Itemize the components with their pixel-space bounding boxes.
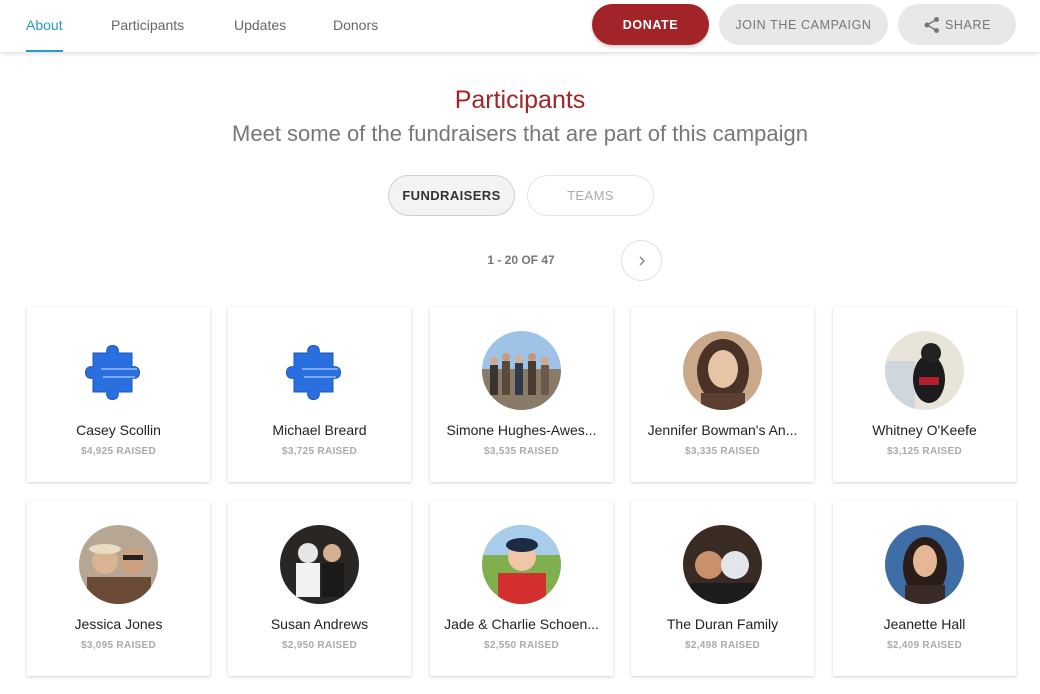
section-title: Participants (454, 86, 586, 114)
join-campaign-button-label: JOIN THE CAMPAIGN (735, 17, 872, 32)
tab-updates[interactable]: Updates (234, 17, 286, 52)
participant-name: Casey Scollin (76, 422, 161, 438)
participant-name: The Duran Family (666, 616, 779, 632)
tab-donors[interactable]: Donors (333, 17, 378, 52)
participant-card[interactable]: The Duran Family $2,498 RAISED (631, 501, 814, 676)
participant-card[interactable]: Jennifer Bowman's An... $3,335 RAISED (631, 307, 814, 482)
participant-name: Jessica Jones (74, 616, 163, 632)
participant-name: Whitney O'Keefe (872, 422, 977, 438)
tab-about[interactable]: About (26, 17, 63, 52)
amount-raised: $3,125 RAISED (886, 446, 963, 457)
family-photo-avatar (683, 525, 762, 604)
donate-button[interactable]: DONATE (592, 4, 709, 45)
participant-name: Jade & Charlie Schoen... (444, 616, 599, 632)
portrait-photo-avatar (683, 331, 762, 410)
participant-card[interactable]: Casey Scollin $4,925 RAISED (27, 307, 210, 482)
amount-raised: $3,095 RAISED (80, 640, 157, 651)
amount-raised: $4,925 RAISED (80, 446, 157, 457)
participant-card[interactable]: Jade & Charlie Schoen... $2,550 RAISED (430, 501, 613, 676)
participant-card[interactable]: Michael Breard $3,725 RAISED (228, 307, 411, 482)
share-icon (924, 16, 939, 33)
section-subtitle: Meet some of the fundraisers that are pa… (232, 121, 808, 146)
teams-toggle[interactable]: TEAMS (527, 175, 654, 216)
selfie-photo-avatar (79, 525, 158, 604)
participant-name: Jennifer Bowman's An... (647, 422, 798, 438)
amount-raised: $2,550 RAISED (483, 640, 560, 651)
tab-participants[interactable]: Participants (111, 17, 184, 52)
amount-raised: $3,725 RAISED (281, 446, 358, 457)
pagination-range: 1 - 20 OF 47 (487, 253, 555, 267)
group-photo-avatar (482, 331, 561, 410)
amount-raised: $2,409 RAISED (886, 640, 963, 651)
participant-name: Susan Andrews (270, 616, 369, 632)
participant-name: Simone Hughes-Awes... (446, 422, 597, 438)
participant-card[interactable]: Jeanette Hall $2,409 RAISED (833, 501, 1016, 676)
share-button[interactable]: SHARE (898, 4, 1016, 45)
participant-name: Jeanette Hall (883, 616, 966, 632)
donate-button-label: DONATE (622, 17, 679, 32)
participant-card[interactable]: Whitney O'Keefe $3,125 RAISED (833, 307, 1016, 482)
amount-raised: $2,950 RAISED (281, 640, 358, 651)
amount-raised: $2,498 RAISED (684, 640, 761, 651)
woman-photo-avatar (885, 525, 964, 604)
next-page-button[interactable] (621, 240, 662, 281)
participant-card[interactable]: Susan Andrews $2,950 RAISED (228, 501, 411, 676)
participant-card[interactable]: Simone Hughes-Awes... $3,535 RAISED (430, 307, 613, 482)
participant-name: Michael Breard (272, 422, 367, 438)
join-campaign-button[interactable]: JOIN THE CAMPAIGN (719, 4, 888, 45)
dog-photo-avatar (885, 331, 964, 410)
puzzle-logo-avatar (280, 331, 359, 410)
boy-photo-avatar (482, 525, 561, 604)
participant-card[interactable]: Jessica Jones $3,095 RAISED (27, 501, 210, 676)
costume-photo-avatar (280, 525, 359, 604)
share-button-label: SHARE (944, 17, 992, 32)
fundraisers-toggle[interactable]: FUNDRAISERS (388, 175, 515, 216)
chevron-right-icon (638, 255, 645, 266)
top-navigation: About Participants Updates Donors DONATE… (0, 0, 1040, 52)
amount-raised: $3,335 RAISED (684, 446, 761, 457)
amount-raised: $3,535 RAISED (483, 446, 560, 457)
puzzle-logo-avatar (79, 331, 158, 410)
